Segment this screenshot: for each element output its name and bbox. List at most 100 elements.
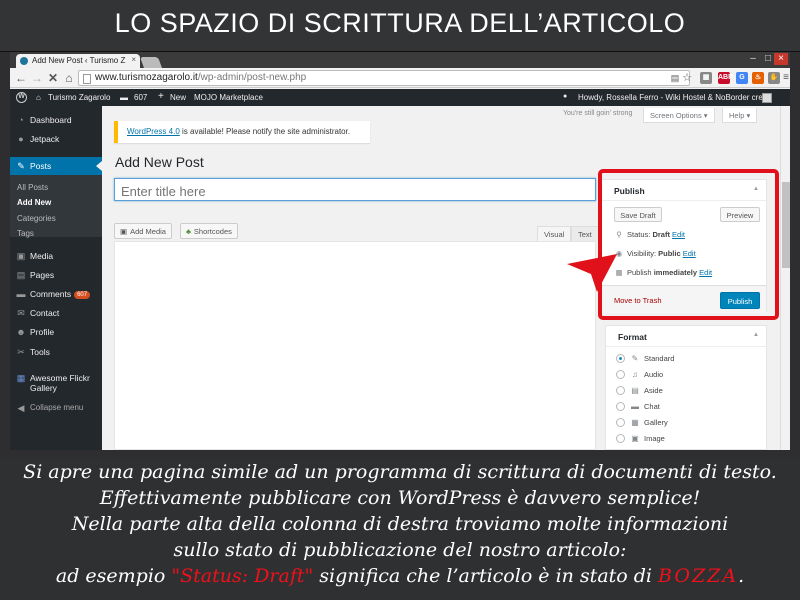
dashboard-icon: ◔: [18, 115, 24, 125]
post-title-input[interactable]: [114, 178, 596, 201]
format-box: Format ▲ ✎ Standard ♫ Audio ▤ Aside ▬ Chat ▦…: [605, 325, 767, 450]
back-icon[interactable]: ←: [14, 71, 28, 85]
sidebar-item-pages[interactable]: ▤ Pages: [10, 267, 102, 283]
submenu-categories[interactable]: Categories: [17, 214, 56, 223]
format-option-standard[interactable]: ✎ Standard: [616, 354, 674, 366]
add-media-button[interactable]: ▣ Add Media: [114, 223, 172, 239]
sidebar-item-label: Contact: [30, 308, 60, 318]
howdy-link[interactable]: Howdy, Rossella Ferro - Wiki Hostel & No…: [578, 93, 769, 102]
post-content-editor[interactable]: [114, 241, 596, 450]
tab-visual[interactable]: Visual: [537, 226, 572, 241]
forward-icon[interactable]: →: [30, 71, 44, 85]
new-tab-button[interactable]: [139, 57, 163, 68]
notification-icon[interactable]: ●: [563, 93, 567, 100]
sidebar-item-label: Tools: [30, 347, 50, 357]
format-option-gallery[interactable]: ▦ Gallery: [616, 418, 668, 430]
toggle-arrow-icon[interactable]: ▲: [753, 332, 759, 338]
tagline-text: You're still goin' strong: [563, 110, 633, 117]
comments-icon: ▬: [16, 289, 26, 299]
scrollbar-thumb[interactable]: [782, 182, 790, 268]
submenu-tags[interactable]: Tags: [17, 229, 34, 238]
page-title: Add New Post: [115, 154, 204, 170]
title-banner: LO SPAZIO DI SCRITTURA DELL’ARTICOLO: [0, 0, 800, 52]
screen-options-button[interactable]: Screen Options ▾: [643, 108, 715, 123]
radio-button[interactable]: [616, 418, 625, 427]
flame-icon[interactable]: ♨: [752, 72, 764, 84]
browser-tabbar: Add New Post ‹ Turismo Z × – □ ×: [10, 52, 790, 68]
sidebar-item-comments[interactable]: ▬ Comments 607: [10, 286, 102, 302]
submenu-all-posts[interactable]: All Posts: [17, 183, 48, 192]
sidebar-item-media[interactable]: ▣ Media: [10, 248, 102, 264]
sidebar-item-contact[interactable]: ✉ Contact: [10, 305, 102, 321]
red-arrow-icon: [567, 254, 617, 292]
tab-title: Add New Post ‹ Turismo Z: [32, 56, 126, 65]
collapse-menu-button[interactable]: ◀ Collapse menu: [10, 400, 102, 416]
caption-line: Si apre una pagina simile ad un programm…: [23, 461, 777, 483]
bookmark-star-icon[interactable]: ☆: [680, 71, 694, 85]
sidebar-item-label: Media: [30, 251, 54, 261]
radio-button[interactable]: [616, 354, 625, 363]
format-option-audio[interactable]: ♫ Audio: [616, 370, 663, 382]
audio-icon: ♫: [632, 370, 638, 379]
site-name-link[interactable]: Turismo Zagarolo: [48, 93, 110, 102]
comments-count-link[interactable]: 607: [134, 93, 147, 102]
comment-icon: ▬: [120, 93, 128, 102]
caption-line: Nella parte alta della colonna di destra…: [71, 513, 729, 535]
format-option-label: Standard: [644, 354, 675, 363]
wordpress-update-link[interactable]: WordPress 4.0: [127, 127, 180, 136]
media-icon: ▣: [16, 251, 26, 261]
avatar[interactable]: [762, 93, 772, 103]
new-link[interactable]: New: [170, 93, 186, 102]
caption-text: ad esempio: [55, 565, 172, 587]
tools-icon: ✂: [17, 347, 25, 357]
help-button[interactable]: Help ▾: [722, 108, 758, 123]
format-option-image[interactable]: ▣ Image: [616, 434, 665, 446]
stop-icon[interactable]: ✕: [46, 71, 60, 85]
format-option-aside[interactable]: ▤ Aside: [616, 386, 663, 398]
sidebar-item-label: Collapse menu: [30, 403, 84, 412]
caption-highlight: "Status: Draft": [171, 565, 314, 587]
translate-icon[interactable]: G: [736, 72, 748, 84]
home-icon: ⌂: [36, 93, 41, 102]
radio-button[interactable]: [616, 402, 625, 411]
sidebar-item-tools[interactable]: ✂ Tools: [10, 344, 102, 360]
radio-button[interactable]: [616, 434, 625, 443]
sidebar-item-label: Comments: [30, 289, 72, 299]
sidebar-item-flickr[interactable]: ▦ Awesome Flickr Gallery: [10, 370, 102, 396]
browser-tab[interactable]: Add New Post ‹ Turismo Z ×: [16, 54, 140, 68]
mojo-marketplace-link[interactable]: MOJO Marketplace: [194, 93, 263, 102]
sidebar-item-posts[interactable]: ✎ Posts: [10, 157, 102, 175]
wordpress-logo-icon[interactable]: W: [16, 92, 27, 103]
chrome-menu-icon[interactable]: ≡: [780, 72, 790, 84]
address-bar[interactable]: www.turismozagarolo.it/wp-admin/post-new…: [78, 70, 690, 86]
sidebar-item-jetpack[interactable]: ● Jetpack: [10, 131, 102, 147]
sidebar-item-label: Dashboard: [30, 115, 72, 125]
sidebar-item-label: Jetpack: [30, 134, 60, 144]
shortcodes-icon: ♣: [186, 227, 191, 236]
hand-icon[interactable]: ✋: [768, 72, 780, 84]
minimize-icon[interactable]: –: [746, 53, 760, 65]
highlight-frame: [598, 169, 779, 320]
window-close-icon[interactable]: ×: [774, 53, 788, 65]
caption-line: Effettivamente pubblicare con WordPress …: [99, 487, 701, 509]
sidebar-item-profile[interactable]: ☻ Profile: [10, 324, 102, 340]
radio-button[interactable]: [616, 386, 625, 395]
close-icon[interactable]: ×: [131, 55, 136, 64]
maximize-icon[interactable]: □: [761, 53, 775, 65]
page-scrollbar[interactable]: [780, 106, 790, 450]
browser-toolbar: ← → ✕ ⌂ www.turismozagarolo.it/wp-admin/…: [10, 68, 790, 88]
radio-button[interactable]: [616, 370, 625, 379]
shortcodes-button[interactable]: ♣ Shortcodes: [180, 223, 238, 239]
format-option-chat[interactable]: ▬ Chat: [616, 402, 660, 414]
home-icon[interactable]: ⌂: [62, 71, 76, 85]
plus-icon: +: [158, 91, 164, 102]
browser-screenshot: Add New Post ‹ Turismo Z × – □ × ← → ✕ ⌂…: [10, 52, 790, 450]
url-path: /wp-admin/post-new.php: [197, 72, 307, 83]
jetpack-icon: ●: [18, 134, 24, 144]
caption-line: sullo stato di pubblicazione del nostro …: [173, 539, 627, 561]
sidebar-item-dashboard[interactable]: ◔ Dashboard: [10, 112, 102, 128]
adblock-icon[interactable]: ABP: [718, 72, 733, 84]
submenu-add-new[interactable]: Add New: [17, 198, 51, 207]
tab-text[interactable]: Text: [571, 226, 599, 241]
extension-icon[interactable]: ▦: [700, 72, 712, 84]
